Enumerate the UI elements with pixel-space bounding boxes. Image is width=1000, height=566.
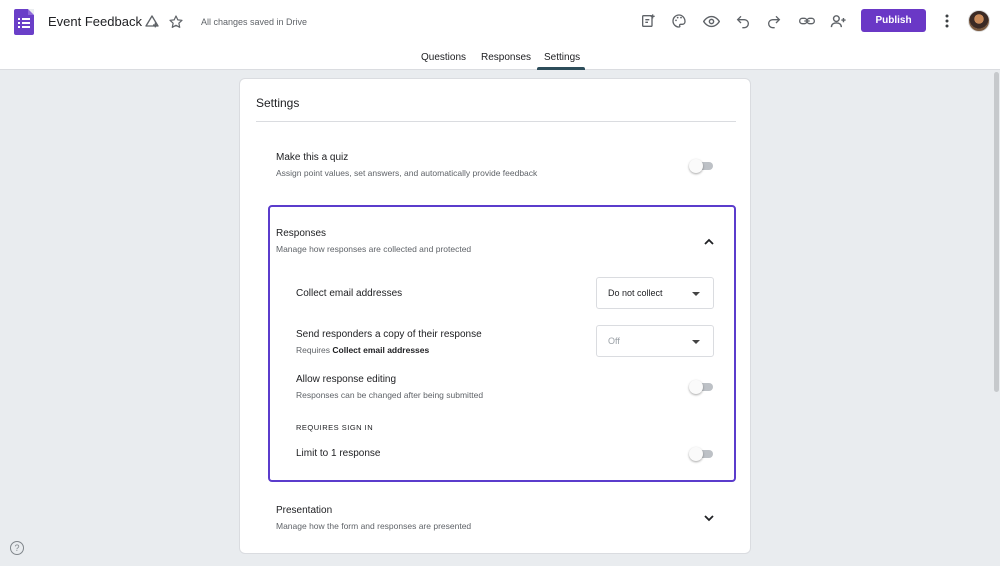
- divider: [256, 121, 736, 122]
- send-copy-description: Requires Collect email addresses: [296, 345, 430, 355]
- tab-responses[interactable]: Responses: [481, 52, 531, 63]
- scrollbar-thumb[interactable]: [994, 72, 999, 392]
- allow-editing-description: Responses can be changed after being sub…: [296, 390, 484, 400]
- tab-settings[interactable]: Settings: [544, 52, 580, 63]
- responses-section-label[interactable]: Responses: [276, 228, 326, 239]
- dropdown-caret-icon: [692, 292, 700, 296]
- link-icon[interactable]: [797, 12, 817, 30]
- publish-button[interactable]: Publish: [861, 9, 926, 32]
- collect-email-select[interactable]: Do not collect: [596, 277, 714, 309]
- top-app-bar: Event Feedback All changes saved in Driv…: [0, 0, 1000, 46]
- forms-app-icon[interactable]: [14, 9, 34, 35]
- preview-eye-icon[interactable]: [702, 12, 720, 30]
- limit-one-toggle[interactable]: [689, 447, 715, 461]
- move-to-folder-icon[interactable]: [143, 13, 161, 31]
- active-tab-indicator: [537, 67, 585, 70]
- allow-editing-label: Allow response editing: [296, 374, 397, 385]
- chevron-up-icon[interactable]: [703, 235, 715, 247]
- settings-card: Settings Make this a quiz Assign point v…: [239, 78, 751, 554]
- more-vert-icon[interactable]: [940, 12, 954, 30]
- quiz-toggle[interactable]: [689, 159, 715, 173]
- collect-email-value: Do not collect: [608, 288, 663, 298]
- quiz-description: Assign point values, set answers, and au…: [276, 168, 538, 178]
- help-icon[interactable]: ?: [10, 541, 24, 555]
- send-copy-value: Off: [608, 336, 620, 346]
- presentation-section-description: Manage how the form and responses are pr…: [276, 521, 472, 531]
- dropdown-caret-icon: [692, 340, 700, 344]
- add-person-icon[interactable]: [829, 12, 847, 30]
- chevron-down-icon[interactable]: [703, 512, 715, 524]
- quiz-label: Make this a quiz: [276, 152, 349, 163]
- send-copy-label: Send responders a copy of their response: [296, 329, 482, 340]
- allow-editing-toggle[interactable]: [689, 380, 715, 394]
- requires-sign-in-heading: REQUIRES SIGN IN: [296, 423, 374, 432]
- redo-icon[interactable]: [765, 12, 783, 30]
- avatar[interactable]: [968, 10, 990, 32]
- limit-one-label: Limit to 1 response: [296, 448, 381, 459]
- undo-icon[interactable]: [734, 12, 752, 30]
- star-icon[interactable]: [167, 13, 185, 31]
- add-collaborator-icon[interactable]: [639, 12, 657, 30]
- tab-questions[interactable]: Questions: [421, 52, 466, 63]
- settings-title: Settings: [256, 96, 300, 110]
- palette-icon[interactable]: [670, 12, 688, 30]
- save-status: All changes saved in Drive: [201, 17, 308, 27]
- form-title[interactable]: Event Feedback: [48, 14, 142, 29]
- collect-email-label: Collect email addresses: [296, 288, 403, 299]
- responses-section-description: Manage how responses are collected and p…: [276, 244, 472, 254]
- presentation-section-label[interactable]: Presentation: [276, 505, 332, 516]
- send-copy-select[interactable]: Off: [596, 325, 714, 357]
